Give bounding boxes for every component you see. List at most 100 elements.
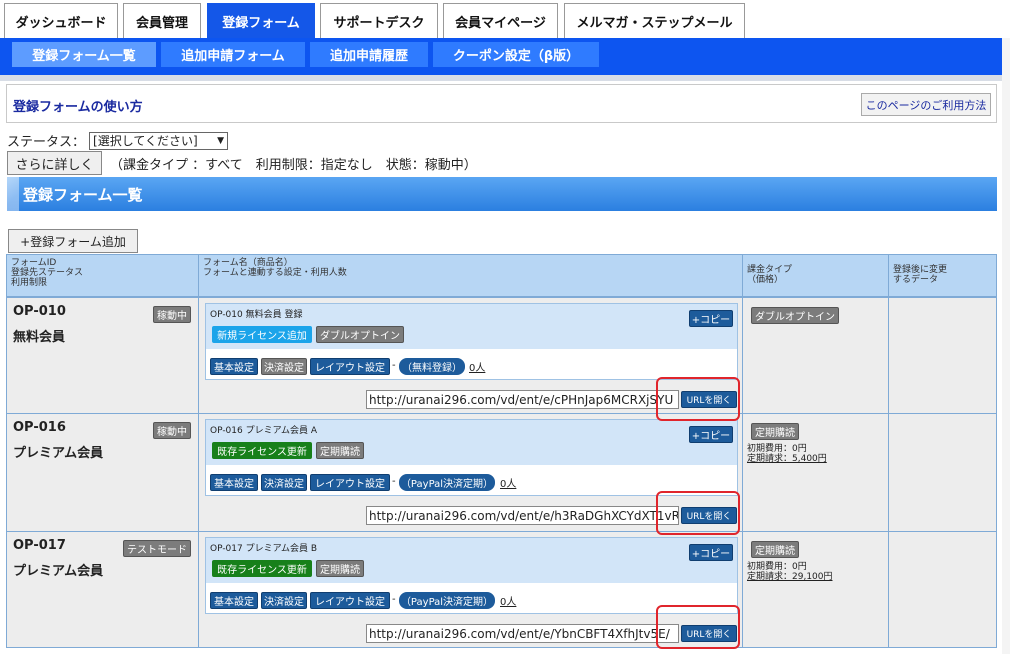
url-button-highlight xyxy=(656,491,740,535)
user-count-link[interactable]: 0人 xyxy=(469,359,485,374)
state-badge: 稼動中 xyxy=(153,306,191,323)
billing-type-chip: 定期購読 xyxy=(751,423,799,440)
tab-dashboard[interactable]: ダッシュボード xyxy=(4,3,118,38)
top-tab-bar: ダッシュボード 会員管理 登録フォーム サポートデスク 会員マイページ メルマガ… xyxy=(0,0,1010,38)
payment-settings-button[interactable]: 決済設定 xyxy=(261,358,307,375)
tab-member-mypage[interactable]: 会員マイページ xyxy=(443,3,558,38)
form-id: OP-010 xyxy=(13,304,66,319)
form-title: OP-010 無料会員 登録 xyxy=(210,310,303,320)
subtab-coupon-settings[interactable]: クーポン設定（β版） xyxy=(433,42,599,67)
form-panel-header: OP-010 無料会員 登録 新規ライセンス追加 ダブルオプトイン +コピー xyxy=(206,304,737,349)
column-divider xyxy=(742,255,743,647)
form-url-field[interactable]: http://uranai296.com/vd/ent/e/h3RaDGhXCY… xyxy=(366,506,679,525)
section-title: 登録フォーム一覧 xyxy=(7,177,997,211)
table-row: OP-017 プレミアム会員 テストモード OP-017 プレミアム会員 B 既… xyxy=(7,531,996,647)
form-panel: OP-010 無料会員 登録 新規ライセンス追加 ダブルオプトイン +コピー 基… xyxy=(205,303,738,380)
separator: - xyxy=(392,360,396,371)
copy-button[interactable]: +コピー xyxy=(689,426,733,443)
form-table: フォームID 登録先ステータス 利用制限 フォーム名（商品名） フォームと連動する設定… xyxy=(6,254,997,648)
separator: - xyxy=(392,476,396,487)
column-divider xyxy=(198,255,199,647)
billing-type-chip: ダブルオプトイン xyxy=(751,307,839,324)
form-title: OP-017 プレミアム会員 B xyxy=(210,544,318,554)
table-row: OP-016 プレミアム会員 稼動中 OP-016 プレミアム会員 A 既存ライ… xyxy=(7,413,996,531)
price-initial: 初期費用：0円 xyxy=(747,562,807,572)
sub-tab-bar: 登録フォーム一覧 追加申請フォーム 追加申請履歴 クーポン設定（β版） xyxy=(0,38,1002,75)
basic-settings-button[interactable]: 基本設定 xyxy=(210,474,258,491)
form-panel-header: OP-017 プレミアム会員 B 既存ライセンス更新 定期購読 +コピー xyxy=(206,538,737,583)
price-regular[interactable]: 定期請求：5,400円 xyxy=(747,454,827,464)
state-badge: 稼動中 xyxy=(153,422,191,439)
layout-settings-button[interactable]: レイアウト設定 xyxy=(310,474,390,491)
payment-settings-button[interactable]: 決済設定 xyxy=(261,474,307,491)
license-chip: 既存ライセンス更新 xyxy=(212,442,312,459)
header-decoration xyxy=(7,177,19,211)
price-initial: 初期費用：0円 xyxy=(747,444,807,454)
status-name: 無料会員 xyxy=(13,330,66,345)
section-title-text: 登録フォーム一覧 xyxy=(23,185,143,204)
tab-support-desk[interactable]: サポートデスク xyxy=(320,3,438,38)
usage-guide-button[interactable]: このページのご利用方法 xyxy=(861,93,991,116)
form-panel-header: OP-016 プレミアム会員 A 既存ライセンス更新 定期購読 +コピー xyxy=(206,420,737,465)
payment-type-chip[interactable]: （PayPal決済定期） xyxy=(399,474,495,491)
form-panel: OP-017 プレミアム会員 B 既存ライセンス更新 定期購読 +コピー 基本設… xyxy=(205,537,738,614)
help-box: 登録フォームの使い方 このページのご利用方法 xyxy=(6,84,997,123)
column-header-id: フォームID 登録先ステータス 利用制限 xyxy=(11,258,84,288)
layout-settings-button[interactable]: レイアウト設定 xyxy=(310,358,390,375)
column-header-billing: 課金タイプ （価格） xyxy=(747,265,793,285)
license-chip: 既存ライセンス更新 xyxy=(212,560,312,577)
type-chip: ダブルオプトイン xyxy=(316,326,404,343)
basic-settings-button[interactable]: 基本設定 xyxy=(210,592,258,609)
url-button-highlight xyxy=(656,377,740,421)
help-title: 登録フォームの使い方 xyxy=(13,100,143,115)
form-id: OP-016 xyxy=(13,420,66,435)
dropdown-arrow-icon: ▼ xyxy=(217,135,225,146)
form-url-field[interactable]: http://uranai296.com/vd/ent/e/YbnCBFT4Xf… xyxy=(366,624,679,643)
table-row: OP-010 無料会員 稼動中 OP-010 無料会員 登録 新規ライセンス追加… xyxy=(7,297,996,413)
table-header: フォームID 登録先ステータス 利用制限 フォーム名（商品名） フォームと連動する設定… xyxy=(7,255,996,297)
user-count-link[interactable]: 0人 xyxy=(500,593,516,608)
copy-button[interactable]: +コピー xyxy=(689,310,733,327)
price-info: 初期費用：0円 定期請求：29,100円 xyxy=(747,562,833,582)
copy-button[interactable]: +コピー xyxy=(689,544,733,561)
payment-type-chip[interactable]: （無料登録） xyxy=(399,358,465,375)
tab-registration-form[interactable]: 登録フォーム xyxy=(207,3,315,38)
add-form-button[interactable]: +登録フォーム追加 xyxy=(8,229,138,253)
tab-members[interactable]: 会員管理 xyxy=(123,3,201,38)
status-filter: ステータス： [選択してください] ▼ xyxy=(7,131,229,150)
detail-row: さらに詳しく （課金タイプ ：すべて 利用制限：指定なし 状態：稼動中） xyxy=(7,151,477,175)
column-header-change-data: 登録後に変更 するデータ xyxy=(893,265,948,285)
payment-type-chip[interactable]: （PayPal決済定期） xyxy=(399,592,495,609)
status-label: ステータス： xyxy=(7,135,86,150)
status-name: プレミアム会員 xyxy=(13,564,104,579)
billing-type-chip: 定期購読 xyxy=(751,541,799,558)
tab-mail-magazine[interactable]: メルマガ・ステップメール xyxy=(564,3,745,38)
column-divider xyxy=(888,255,889,647)
filter-summary: （課金タイプ ：すべて 利用制限：指定なし 状態：稼動中） xyxy=(110,157,477,173)
license-chip: 新規ライセンス追加 xyxy=(212,326,312,343)
url-button-highlight xyxy=(656,605,740,649)
type-chip: 定期購読 xyxy=(316,560,364,577)
state-badge: テストモード xyxy=(123,540,191,557)
subtab-additional-form[interactable]: 追加申請フォーム xyxy=(161,42,305,67)
form-title: OP-016 プレミアム会員 A xyxy=(210,426,317,436)
status-select[interactable]: [選択してください] ▼ xyxy=(89,131,229,150)
price-regular[interactable]: 定期請求：29,100円 xyxy=(747,572,833,582)
subtab-additional-history[interactable]: 追加申請履歴 xyxy=(310,42,428,67)
price-info: 初期費用：0円 定期請求：5,400円 xyxy=(747,444,827,464)
status-name: プレミアム会員 xyxy=(13,446,104,461)
more-details-button[interactable]: さらに詳しく xyxy=(7,151,102,175)
layout-settings-button[interactable]: レイアウト設定 xyxy=(310,592,390,609)
divider xyxy=(0,75,1002,81)
form-url-field[interactable]: http://uranai296.com/vd/ent/e/cPHnJap6MC… xyxy=(366,390,679,409)
scroll-track xyxy=(1002,38,1010,654)
status-select-value: [選択してください] xyxy=(93,134,198,148)
user-count-link[interactable]: 0人 xyxy=(500,475,516,490)
basic-settings-button[interactable]: 基本設定 xyxy=(210,358,258,375)
column-header-form: フォーム名（商品名） フォームと連動する設定・利用人数 xyxy=(203,258,347,278)
separator: - xyxy=(392,594,396,605)
subtab-form-list[interactable]: 登録フォーム一覧 xyxy=(12,42,156,67)
payment-settings-button[interactable]: 決済設定 xyxy=(261,592,307,609)
form-id: OP-017 xyxy=(13,538,66,553)
form-panel: OP-016 プレミアム会員 A 既存ライセンス更新 定期購読 +コピー 基本設… xyxy=(205,419,738,496)
